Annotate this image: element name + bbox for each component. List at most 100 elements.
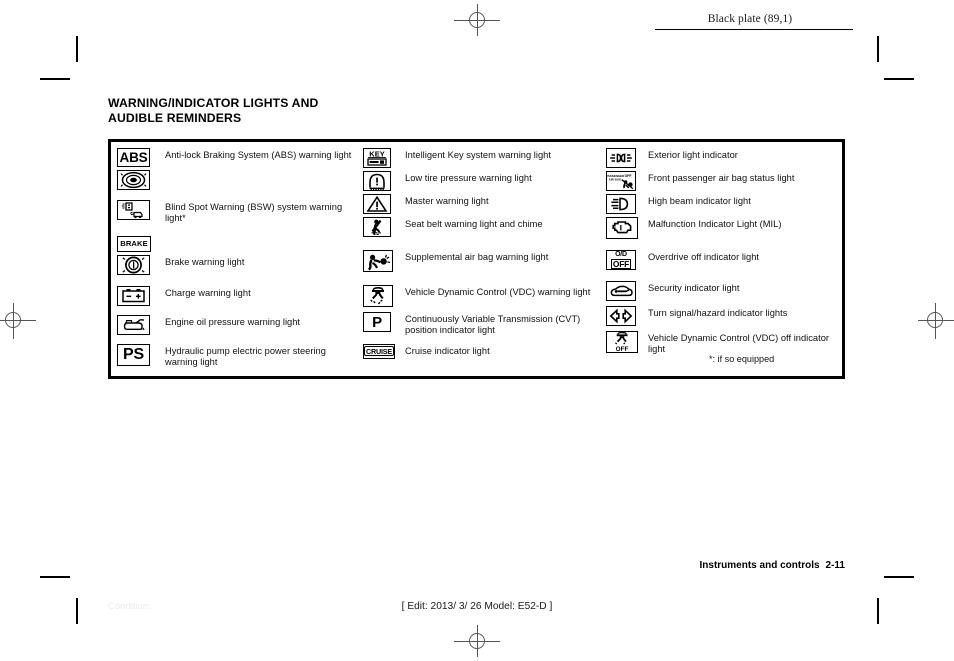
crop-mark-top-left-vertical — [76, 36, 78, 62]
icon-stack: P — [363, 312, 401, 332]
turn-signal-hazard-icon — [606, 306, 636, 326]
legend-row-vdc-off: OFF Vehicle Dynamic Control (VDC) off in… — [600, 331, 842, 356]
legend-label: Vehicle Dynamic Control (VDC) off indica… — [648, 333, 830, 355]
legend-label: Anti-lock Braking System (ABS) warning l… — [165, 150, 352, 160]
legend-label: Intelligent Key system warning light — [405, 150, 551, 160]
legend-row-ps: PS Hydraulic pump electric power steerin… — [111, 343, 357, 369]
crop-mark-top-left-horizontal — [40, 78, 70, 80]
legend-label: Exterior light indicator — [648, 150, 738, 160]
cruise-icon-text: CRUISE — [364, 346, 394, 357]
legend-label: Cruise indicator light — [405, 345, 490, 356]
legend-label: Hydraulic pump electric power steering w… — [165, 345, 326, 368]
registration-mark-right — [918, 303, 954, 339]
abs-wheel-icon — [117, 170, 150, 190]
legend-label: Engine oil pressure warning light — [165, 316, 301, 327]
icon-stack: KEY — [363, 148, 401, 168]
icon-stack: ABS — [117, 148, 161, 190]
legend-row-oil: Engine oil pressure warning light — [111, 314, 357, 335]
icon-stack: OFF — [606, 331, 644, 353]
vdc-warning-icon — [363, 285, 393, 307]
abs-icon-text: ABS — [119, 149, 148, 165]
legend-row-security: Security indicator light — [600, 281, 842, 301]
legend-label: Low tire pressure warning light — [405, 173, 532, 183]
legend-row-passenger-air-bag: PASSENGER AIR BAG OFF Front passenger ai… — [600, 171, 842, 191]
ps-icon-text: PS — [123, 345, 144, 363]
icon-stack — [606, 148, 644, 168]
legend-row-cruise: CRUISE Cruise indicator light — [357, 343, 600, 359]
icon-stack — [606, 281, 644, 301]
legend-label: Malfunction Indicator Light (MIL) — [648, 219, 782, 229]
low-tire-pressure-icon — [363, 171, 391, 191]
icon-stack: CRUISE — [363, 343, 401, 359]
legend-row-master-warning: Master warning light — [357, 194, 600, 214]
svg-text:OFF: OFF — [625, 174, 632, 178]
power-steering-icon: PS — [117, 343, 150, 366]
icon-stack: PS — [117, 343, 161, 366]
crop-mark-bottom-left-vertical — [76, 598, 78, 624]
legend-label: Brake warning light — [165, 256, 245, 267]
overdrive-label-bottom: OFF — [610, 258, 632, 269]
icon-stack: PASSENGER AIR BAG OFF — [606, 171, 644, 191]
legend-label: Turn signal/hazard indicator lights — [648, 308, 788, 318]
overdrive-off-icon: O/D OFF — [606, 250, 636, 270]
registration-mark-left — [0, 303, 36, 339]
legend-label: Seat belt warning light and chime — [405, 219, 543, 229]
icon-stack — [363, 217, 401, 237]
brake-circle-icon — [117, 254, 150, 275]
edit-model-line: [ Edit: 2013/ 3/ 26 Model: E52-D ] — [401, 601, 553, 612]
supplemental-air-bag-icon — [363, 250, 393, 272]
legend-row-seat-belt: Seat belt warning light and chime — [357, 217, 600, 237]
icon-stack — [606, 217, 644, 239]
icon-stack: O/D OFF — [606, 250, 644, 270]
legend-column-1: ABS Anti-lock Braking System (ABS) warni… — [111, 142, 357, 376]
legend-column-2: KEY Intelligent Key system warning light — [357, 142, 600, 376]
icon-stack — [117, 200, 161, 220]
legend-row-mil: Malfunction Indicator Light (MIL) — [600, 217, 842, 239]
legend-row-supplemental-air-bag: Supplemental air bag warning light — [357, 250, 600, 272]
vdc-off-icon: OFF — [606, 331, 638, 353]
icon-stack: BRAKE — [117, 235, 161, 275]
page-title: WARNING/INDICATOR LIGHTS AND AUDIBLE REM… — [108, 96, 528, 126]
legend-label: Front passenger air bag status light — [648, 173, 795, 183]
icon-stack — [363, 194, 401, 214]
legend-row-vdc-warning: Vehicle Dynamic Control (VDC) warning li… — [357, 285, 600, 307]
legend-label: Continuously Variable Transmission (CVT)… — [405, 314, 581, 336]
crop-mark-top-right-vertical — [877, 36, 879, 62]
legend-label: Master warning light — [405, 196, 489, 206]
icon-stack — [363, 171, 401, 191]
footer-page-number: 2-11 — [825, 560, 845, 571]
condition-label: Condition: — [108, 601, 151, 612]
legend-row-exterior-light: Exterior light indicator — [600, 148, 842, 168]
legend-label: Vehicle Dynamic Control (VDC) warning li… — [405, 287, 591, 297]
legend-column-3: Exterior light indicator PASSENGER AIR B… — [600, 142, 842, 376]
cvt-icon-text: P — [372, 313, 382, 331]
footnote-if-so-equipped: *: if so equipped — [709, 354, 775, 364]
brake-text-icon: BRAKE — [117, 235, 151, 252]
registration-mark-top — [454, 4, 500, 36]
header-rule — [655, 29, 853, 30]
brake-icon-text: BRAKE — [120, 239, 148, 249]
legend-row-brake: BRAKE Brake warning light — [111, 235, 357, 275]
legend-row-abs: ABS Anti-lock Braking System (ABS) warni… — [111, 148, 357, 190]
footer-chapter-and-page: Instruments and controls 2-11 — [560, 560, 845, 571]
security-indicator-icon — [606, 281, 636, 301]
legend-label: Overdrive off indicator light — [648, 252, 759, 262]
legend-row-low-tire-pressure: Low tire pressure warning light — [357, 171, 600, 191]
master-warning-icon — [363, 194, 391, 214]
crop-mark-bottom-right-vertical — [877, 598, 879, 624]
svg-text:OFF: OFF — [616, 346, 629, 352]
crop-mark-bottom-right-horizontal — [884, 576, 914, 578]
cruise-indicator-icon: CRUISE — [363, 343, 395, 359]
cvt-position-icon: P — [363, 312, 391, 332]
black-plate-label: Black plate (89,1) — [707, 13, 793, 25]
seat-belt-warning-icon — [363, 217, 391, 237]
blind-spot-warning-icon — [117, 200, 150, 220]
svg-text:AIR BAG: AIR BAG — [609, 177, 622, 181]
icon-stack — [606, 194, 644, 214]
warning-lights-legend-table: ABS Anti-lock Braking System (ABS) warni… — [108, 139, 845, 379]
registration-mark-bottom — [454, 625, 500, 657]
malfunction-indicator-icon — [606, 217, 638, 239]
page-title-line-2: AUDIBLE REMINDERS — [108, 111, 242, 125]
legend-row-cvt-position: P Continuously Variable Transmission (CV… — [357, 312, 600, 337]
footer-chapter-label: Instruments and controls — [699, 560, 820, 571]
